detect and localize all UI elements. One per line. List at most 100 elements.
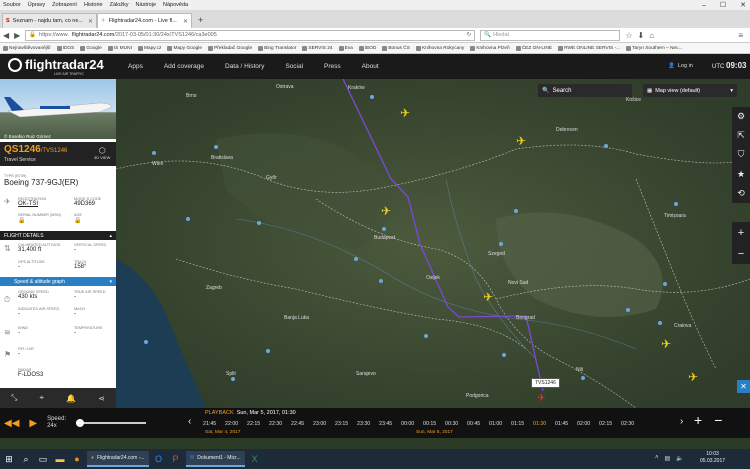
nav-apps[interactable]: Apps (128, 63, 143, 70)
close-playback-button[interactable]: ✕ (737, 380, 750, 393)
registration[interactable]: OK-TSI (18, 201, 46, 207)
menu-edit[interactable]: Úpravy (28, 2, 45, 8)
new-tab-button[interactable]: + (198, 15, 203, 25)
windows-start-icon[interactable]: ⊞ (2, 452, 16, 466)
close-tab-icon[interactable]: ✕ (183, 18, 188, 25)
nav-data-history[interactable]: Data / History (225, 63, 264, 70)
bookmark[interactable]: Taryn Southern – Nec... (626, 45, 683, 51)
taskbar-word[interactable]: W Dokument1 - Micr... (185, 451, 245, 467)
3d-view-button[interactable]: ⬡ 3D VIEW (94, 146, 110, 160)
bookmark[interactable]: Google (80, 45, 102, 51)
bookmark[interactable]: Překladač Google (207, 45, 252, 51)
chevron-up-icon[interactable]: ˄ (655, 455, 659, 462)
filter-icon[interactable]: ⛉ (738, 149, 745, 160)
speed-slider[interactable] (76, 419, 147, 427)
speed-altitude-graph-button[interactable]: Speed & altitude graph ▾ (0, 277, 116, 286)
bookmark[interactable]: SERVIS 24 (302, 45, 333, 51)
menu-view[interactable]: Zobrazení (52, 2, 77, 8)
reload-icon[interactable]: ↻ (467, 32, 472, 38)
playback-timeline[interactable]: PLAYBACK Sun, Mar 5, 2017, 01:30 21:45 22… (200, 408, 674, 438)
nav-social[interactable]: Social (285, 63, 303, 70)
follow-icon[interactable]: ⌖ (40, 393, 45, 403)
bookmark[interactable]: IS MUNI (107, 45, 132, 51)
bookmark[interactable]: RWE ONLINE SERVIS -... (558, 45, 620, 51)
timeline-back-icon[interactable]: ‹ (188, 416, 191, 427)
search-icon[interactable]: ⌕ (19, 452, 33, 466)
bookmark[interactable]: Bonus ČS (382, 45, 410, 51)
bookmark[interactable]: Knihovna Rokycany (415, 45, 464, 51)
browser-search-input[interactable]: 🔍 Hledat (480, 29, 621, 41)
zoom-out-button[interactable]: − (738, 248, 744, 260)
svg-text:✈: ✈ (400, 106, 410, 120)
timeline-forward-icon[interactable]: › (680, 416, 683, 427)
menu-file[interactable]: Soubor (3, 2, 21, 8)
timeline-zoom-out-button[interactable]: − (714, 412, 722, 428)
svg-text:Niš: Niš (576, 367, 584, 373)
flight-track-label[interactable]: TVS1246 (531, 378, 560, 388)
menu-bookmarks[interactable]: Záložky (110, 2, 129, 8)
map-search-button[interactable]: 🔍 Search (538, 84, 632, 97)
bookmark[interactable]: ČEZ ON-LINE (515, 45, 552, 51)
minimize-button[interactable]: – (702, 2, 706, 9)
timeline-zoom-in-button[interactable]: + (694, 412, 702, 428)
firefox-icon[interactable]: ● (70, 452, 84, 466)
task-view-icon[interactable]: ▭ (36, 452, 50, 466)
bookmark[interactable]: Mapy Google (167, 45, 202, 51)
route-icon[interactable]: ⤡ (11, 393, 17, 403)
bookmark[interactable]: iBOD (358, 45, 376, 51)
menu-help[interactable]: Nápověda (163, 2, 188, 8)
star-icon[interactable]: ☆ (625, 31, 632, 40)
maximize-button[interactable]: ☐ (720, 1, 726, 9)
excel-icon[interactable]: X (248, 452, 262, 466)
bookmark[interactable]: Eva (338, 45, 353, 51)
favorites-star-icon[interactable]: ★ (737, 169, 745, 180)
map-canvas[interactable]: ✈ ✈ ✈ ✈ ✈ ✈ ✈ Kraków Ostrava Brno Wien Brati… (116, 79, 750, 408)
home-icon[interactable]: ⌂ (649, 31, 654, 40)
powerpoint-icon[interactable]: P (169, 452, 183, 466)
playback-bar: ◀◀ ▶ Speed: 24x PLAYBACK Sun, Mar 5, 201… (0, 408, 750, 438)
tab-seznam[interactable]: S Seznam - najdu tam, co ne... ✕ (2, 13, 97, 28)
settings-gear-icon[interactable]: ⚙ (737, 111, 745, 122)
flight-details-header[interactable]: FLIGHT DETAILS ▴ (0, 231, 116, 240)
cal-altitude-block: CALIBRATED ALTITUDE 31,400 ft (18, 243, 61, 253)
network-icon[interactable]: ▤ (665, 455, 671, 462)
bookmark[interactable]: Mapy.cz (137, 45, 161, 51)
seznam-favicon-icon: S (6, 18, 10, 24)
close-tab-icon[interactable]: ✕ (88, 18, 93, 25)
taskbar-firefox[interactable]: ● Flightradar24.com -... (87, 451, 149, 467)
nav-press[interactable]: Press (324, 63, 341, 70)
url-field[interactable]: 🔒 https://www. flightradar24.com/2017-03-… (25, 29, 476, 41)
menu-tools[interactable]: Nástroje (136, 2, 156, 8)
play-icon[interactable]: ▶ (29, 418, 37, 429)
track-block: TRACK 158° (74, 260, 87, 270)
menu-icon[interactable]: ≡ (738, 31, 743, 40)
nav-add-coverage[interactable]: Add coverage (164, 63, 204, 70)
forward-icon[interactable]: ▶ (14, 31, 20, 40)
download-icon[interactable]: ⬇ (637, 31, 644, 40)
bookmark[interactable]: Knihovna Plzeň (470, 45, 510, 51)
radar-block: RADAR F-LDOS3 (18, 368, 44, 378)
url-path: /2017-03-05/01:30/24x/TVS1246/ca3e005 (114, 32, 217, 38)
widgets-icon[interactable]: ⇱ (737, 130, 745, 141)
share-icon[interactable]: ⋖ (98, 394, 105, 403)
back-icon[interactable]: ◀ (3, 31, 9, 40)
taskbar-clock[interactable]: 10:03 05.03.2017 (700, 451, 725, 465)
map-view-select[interactable]: ▦ Map view (default) ▾ (643, 84, 737, 97)
alert-bell-icon[interactable]: 🔔 (66, 394, 76, 403)
login-button[interactable]: 👤 Log in (668, 63, 693, 69)
fr24-logo[interactable]: flightradar24 LIVE AIR TRAFFIC (8, 57, 104, 76)
volume-icon[interactable]: 🔈 (676, 455, 683, 462)
menu-history[interactable]: Historie (84, 2, 103, 8)
explorer-icon[interactable]: ▬ (53, 452, 67, 466)
rewind-icon[interactable]: ◀◀ (4, 418, 19, 429)
close-window-button[interactable]: ✕ (740, 1, 746, 9)
bookmark[interactable]: Nejnavštěvovanější (3, 45, 51, 51)
bookmark[interactable]: Bing Translator (258, 45, 296, 51)
outlook-icon[interactable]: O (152, 452, 166, 466)
tab-flightradar[interactable]: ✈ Flightradar24.com - Live fl... ✕ (97, 13, 192, 28)
aircraft-photo[interactable] (0, 79, 116, 139)
playback-history-icon[interactable]: ⟲ (737, 188, 745, 199)
bookmark[interactable]: IDOS (56, 45, 74, 51)
zoom-in-button[interactable]: + (738, 227, 744, 239)
nav-about[interactable]: About (362, 63, 379, 70)
